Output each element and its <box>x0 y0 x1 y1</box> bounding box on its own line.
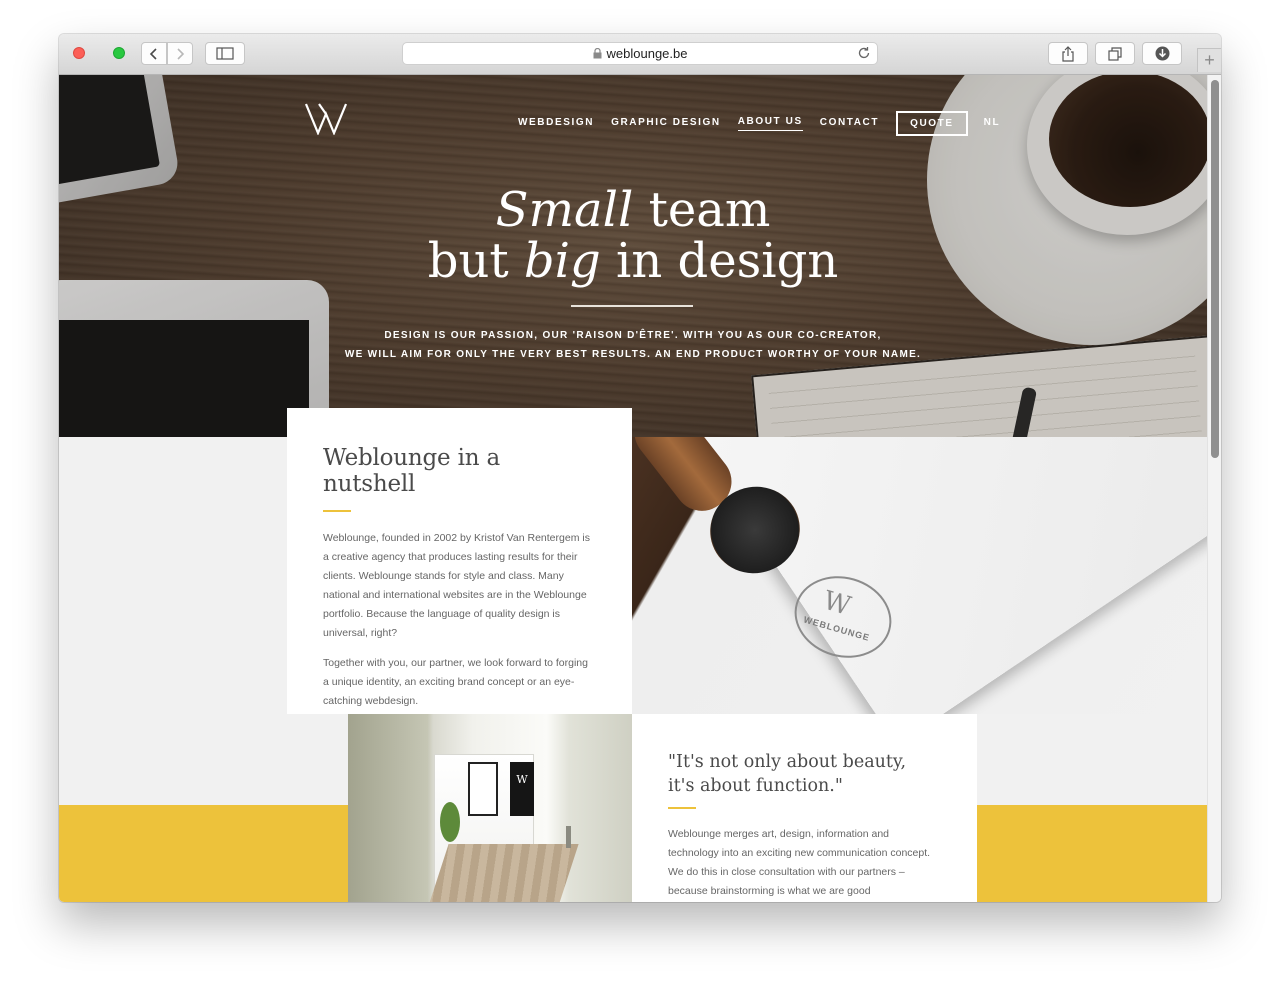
function-paragraph: Weblounge merges art, design, informatio… <box>668 828 931 897</box>
nutshell-paragraph-1: Weblounge, founded in 2002 by Kristof Va… <box>323 532 590 639</box>
chevron-left-icon <box>149 47 157 60</box>
hero-subtitle-line-1: DESIGN IS OUR PASSION, OUR 'RAISON D'ÊTR… <box>384 330 882 341</box>
forward-button[interactable] <box>167 42 193 65</box>
office-logo-poster: W <box>510 762 534 816</box>
accent-divider-2 <box>668 807 696 809</box>
nutshell-title: Weblounge in a nutshell <box>323 445 500 497</box>
download-icon <box>1155 46 1169 61</box>
main-nav: WEBDESIGN GRAPHIC DESIGN ABOUT US CONTAC… <box>518 111 1000 136</box>
hero-title-italic-2: big <box>523 233 601 289</box>
nav-contact[interactable]: CONTACT <box>820 117 879 131</box>
nutshell-card: Weblounge in a nutshell Weblounge, found… <box>287 408 632 714</box>
nav-graphic-design[interactable]: GRAPHIC DESIGN <box>611 117 721 131</box>
hero-title-rest-2: in design <box>600 233 839 289</box>
tabs-overview-button[interactable] <box>1095 42 1135 65</box>
function-quote-line-1: "It's not only about beauty, <box>668 752 907 772</box>
nav-about-us[interactable]: ABOUT US <box>737 116 803 131</box>
quote-button[interactable]: QUOTE <box>896 111 968 136</box>
stamp-photo: W WEBLOUNGE <box>632 437 1207 714</box>
new-tab-button[interactable]: + <box>1197 48 1221 72</box>
sidebar-icon <box>216 47 234 60</box>
chevron-right-icon <box>177 47 185 60</box>
office-poster <box>468 762 498 816</box>
zoom-window-button[interactable] <box>113 47 125 59</box>
accent-divider <box>323 510 351 512</box>
language-switch-nl[interactable]: NL <box>984 117 1001 131</box>
browser-toolbar: weblounge.be + <box>59 34 1221 884</box>
share-icon <box>1062 45 1074 62</box>
function-quote-line-2: it's about function." <box>668 776 843 796</box>
scrollbar-thumb[interactable] <box>1211 80 1219 458</box>
address-bar[interactable]: weblounge.be <box>402 42 878 65</box>
lock-icon <box>593 48 602 59</box>
downloads-button[interactable] <box>1142 42 1182 65</box>
weblounge-logo[interactable] <box>305 101 347 135</box>
hero-title: Small team but big in design <box>59 185 1207 287</box>
hero-subtitle: DESIGN IS OUR PASSION, OUR 'RAISON D'ÊTR… <box>59 326 1207 364</box>
sidebar-toggle-button[interactable] <box>205 42 245 65</box>
hero-section: WEBDESIGN GRAPHIC DESIGN ABOUT US CONTAC… <box>59 75 1207 437</box>
browser-window: weblounge.be + WEBDESIGN GRAPHIC DESIGN … <box>59 34 1221 902</box>
tabs-icon <box>1108 46 1122 61</box>
function-quote-title: "It's not only about beauty, it's about … <box>668 750 941 798</box>
page-viewport: WEBDESIGN GRAPHIC DESIGN ABOUT US CONTAC… <box>59 75 1207 902</box>
office-photo: W <box>348 714 632 902</box>
reload-icon[interactable] <box>857 46 871 60</box>
function-quote-card: "It's not only about beauty, it's about … <box>632 714 977 902</box>
hero-subtitle-line-2: WE WILL AIM FOR ONLY THE VERY BEST RESUL… <box>344 349 922 360</box>
hero-title-italic-1: Small <box>495 182 634 238</box>
hero-title-pre-2: but <box>427 233 524 289</box>
share-button[interactable] <box>1048 42 1088 65</box>
back-button[interactable] <box>141 42 167 65</box>
hero-title-rest-1: team <box>633 182 771 238</box>
hero-divider <box>571 305 693 307</box>
url-text: weblounge.be <box>606 46 688 61</box>
close-window-button[interactable] <box>73 47 85 59</box>
vertical-scrollbar[interactable] <box>1207 75 1221 902</box>
nav-webdesign[interactable]: WEBDESIGN <box>518 117 594 131</box>
nutshell-paragraph-2: Together with you, our partner, we look … <box>323 657 588 707</box>
